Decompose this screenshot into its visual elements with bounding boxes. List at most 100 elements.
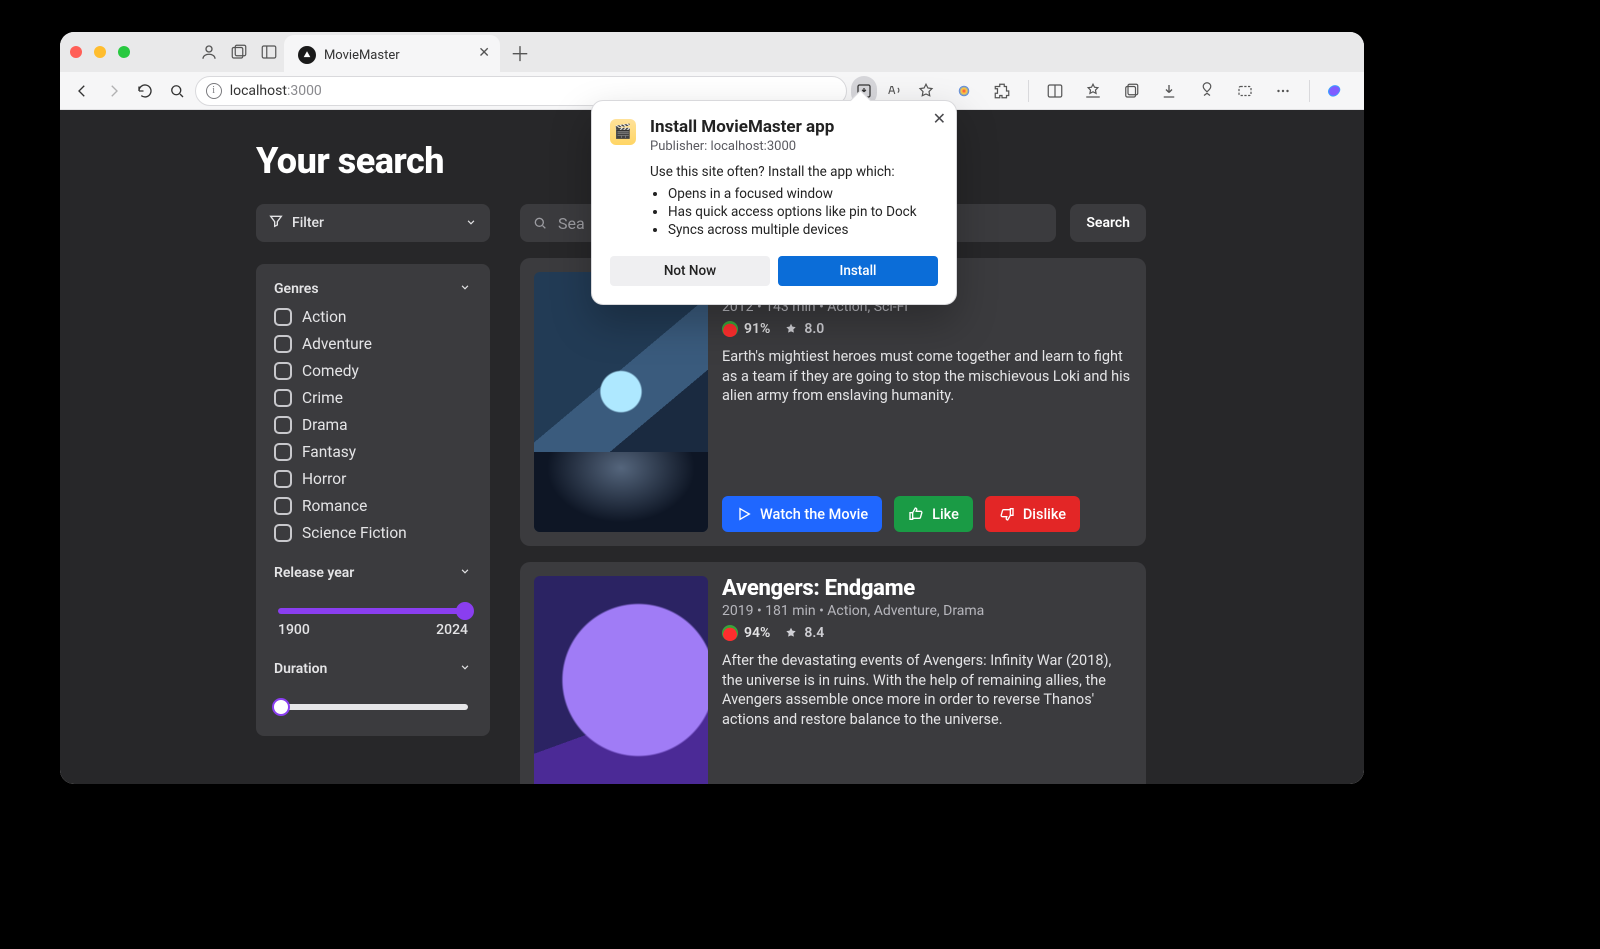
downloads-icon[interactable] bbox=[1153, 76, 1185, 106]
dislike-button[interactable]: Dislike bbox=[985, 496, 1080, 532]
tab-search-icon[interactable] bbox=[163, 76, 191, 106]
popup-feature: Syncs across multiple devices bbox=[668, 222, 938, 238]
chevron-down-icon bbox=[464, 214, 478, 233]
chevron-down-icon bbox=[458, 660, 472, 678]
tomato-icon bbox=[722, 625, 738, 641]
close-icon[interactable]: ✕ bbox=[933, 109, 946, 128]
performance-icon[interactable] bbox=[1191, 76, 1223, 106]
filter-label: Filter bbox=[292, 215, 324, 231]
filter-icon bbox=[268, 213, 284, 233]
collections-icon[interactable] bbox=[1115, 76, 1147, 106]
tab-bar: MovieMaster ✕ ＋ bbox=[60, 32, 1364, 72]
genre-checkbox[interactable]: Action bbox=[274, 308, 472, 326]
not-now-button[interactable]: Not Now bbox=[610, 256, 770, 286]
checkbox-icon[interactable] bbox=[274, 335, 292, 353]
movie-meta: 2019 • 181 min • Action, Adventure, Dram… bbox=[722, 603, 1132, 619]
window-controls[interactable] bbox=[70, 43, 194, 62]
movie-poster[interactable]: MARVEL AVENGERS MAY 4 bbox=[534, 272, 708, 532]
copilot-icon[interactable] bbox=[1320, 76, 1352, 106]
thumbs-down-icon bbox=[999, 506, 1015, 522]
checkbox-icon[interactable] bbox=[274, 497, 292, 515]
install-app-popup: ✕ 🎬 Install MovieMaster app Publisher: l… bbox=[591, 100, 957, 305]
close-window-icon[interactable] bbox=[70, 46, 82, 58]
back-button[interactable] bbox=[68, 76, 96, 106]
checkbox-icon[interactable] bbox=[274, 524, 292, 542]
checkbox-icon[interactable] bbox=[274, 416, 292, 434]
profile-icon[interactable] bbox=[194, 37, 224, 67]
popup-feature: Opens in a focused window bbox=[668, 186, 938, 202]
checkbox-icon[interactable] bbox=[274, 443, 292, 461]
play-icon bbox=[736, 506, 752, 522]
search-icon bbox=[532, 215, 548, 231]
release-year-slider[interactable]: 1900 2024 bbox=[270, 592, 476, 638]
checkbox-icon[interactable] bbox=[274, 389, 292, 407]
toolbar-icons bbox=[948, 76, 1358, 106]
extensions-icon[interactable] bbox=[986, 76, 1018, 106]
genre-checkbox[interactable]: Comedy bbox=[274, 362, 472, 380]
split-screen-icon[interactable] bbox=[1039, 76, 1071, 106]
url-port: :3000 bbox=[287, 83, 322, 99]
chevron-down-icon bbox=[458, 564, 472, 582]
minimize-window-icon[interactable] bbox=[94, 46, 106, 58]
thumbs-up-icon bbox=[908, 506, 924, 522]
popup-feature: Has quick access options like pin to Doc… bbox=[668, 204, 938, 220]
tab-title: MovieMaster bbox=[324, 48, 400, 63]
genre-checkbox[interactable]: Science Fiction bbox=[274, 524, 472, 542]
slider-thumb[interactable] bbox=[456, 602, 474, 620]
like-button[interactable]: Like bbox=[894, 496, 973, 532]
star-icon bbox=[784, 626, 798, 640]
genre-checkbox[interactable]: Adventure bbox=[274, 335, 472, 353]
popup-prompt: Use this site often? Install the app whi… bbox=[650, 164, 938, 180]
genre-checkbox[interactable]: Horror bbox=[274, 470, 472, 488]
genre-checkbox[interactable]: Romance bbox=[274, 497, 472, 515]
chevron-down-icon bbox=[458, 280, 472, 298]
duration-slider[interactable] bbox=[270, 688, 476, 710]
movie-description: After the devastating events of Avengers… bbox=[722, 651, 1132, 729]
popup-title: Install MovieMaster app bbox=[650, 117, 938, 137]
sidebar-toggle-icon[interactable] bbox=[254, 37, 284, 67]
favicon-icon bbox=[298, 46, 316, 64]
browser-tab[interactable]: MovieMaster ✕ bbox=[284, 35, 500, 75]
url-host: localhost bbox=[230, 83, 287, 99]
close-tab-icon[interactable]: ✕ bbox=[478, 45, 490, 61]
search-button[interactable]: Search bbox=[1070, 204, 1146, 242]
favorites-bar-icon[interactable] bbox=[1077, 76, 1109, 106]
genre-list: Action Adventure Comedy Crime Drama Fant… bbox=[274, 308, 472, 542]
genre-checkbox[interactable]: Crime bbox=[274, 389, 472, 407]
app-icon: 🎬 bbox=[610, 119, 636, 145]
star-rating: 8.4 bbox=[804, 625, 824, 641]
checkbox-icon[interactable] bbox=[274, 470, 292, 488]
screenshot-icon[interactable] bbox=[1229, 76, 1261, 106]
maximize-window-icon[interactable] bbox=[118, 46, 130, 58]
rt-score: 91% bbox=[744, 321, 770, 337]
movie-card: A Avengers: Endgame 2019 • 181 min • Act… bbox=[520, 562, 1146, 784]
rt-score: 94% bbox=[744, 625, 770, 641]
genre-checkbox[interactable]: Drama bbox=[274, 416, 472, 434]
checkbox-icon[interactable] bbox=[274, 362, 292, 380]
movie-poster[interactable]: A bbox=[534, 576, 708, 784]
genres-section-header[interactable]: Genres bbox=[274, 280, 472, 298]
color-picker-icon[interactable] bbox=[948, 76, 980, 106]
checkbox-icon[interactable] bbox=[274, 308, 292, 326]
forward-button bbox=[100, 76, 128, 106]
range-min: 1900 bbox=[278, 622, 310, 638]
movie-title: Avengers: Endgame bbox=[722, 576, 1132, 601]
filter-toggle[interactable]: Filter bbox=[256, 204, 490, 242]
search-placeholder: Sea bbox=[558, 214, 585, 233]
more-menu-icon[interactable] bbox=[1267, 76, 1299, 106]
new-tab-button[interactable]: ＋ bbox=[506, 38, 534, 67]
release-year-section-header[interactable]: Release year bbox=[274, 564, 472, 582]
filter-sidebar: Filter Genres Action Adventure Comedy Cr bbox=[256, 204, 490, 784]
genre-checkbox[interactable]: Fantasy bbox=[274, 443, 472, 461]
install-button[interactable]: Install bbox=[778, 256, 938, 286]
workspaces-icon[interactable] bbox=[224, 37, 254, 67]
reload-button[interactable] bbox=[131, 76, 159, 106]
star-icon bbox=[784, 322, 798, 336]
site-info-icon[interactable]: i bbox=[206, 83, 222, 99]
movie-description: Earth's mightiest heroes must come toget… bbox=[722, 347, 1132, 406]
watch-button[interactable]: Watch the Movie bbox=[722, 496, 882, 532]
range-max: 2024 bbox=[436, 622, 468, 638]
duration-section-header[interactable]: Duration bbox=[274, 660, 472, 678]
slider-thumb[interactable] bbox=[272, 698, 290, 716]
tomato-icon bbox=[722, 321, 738, 337]
